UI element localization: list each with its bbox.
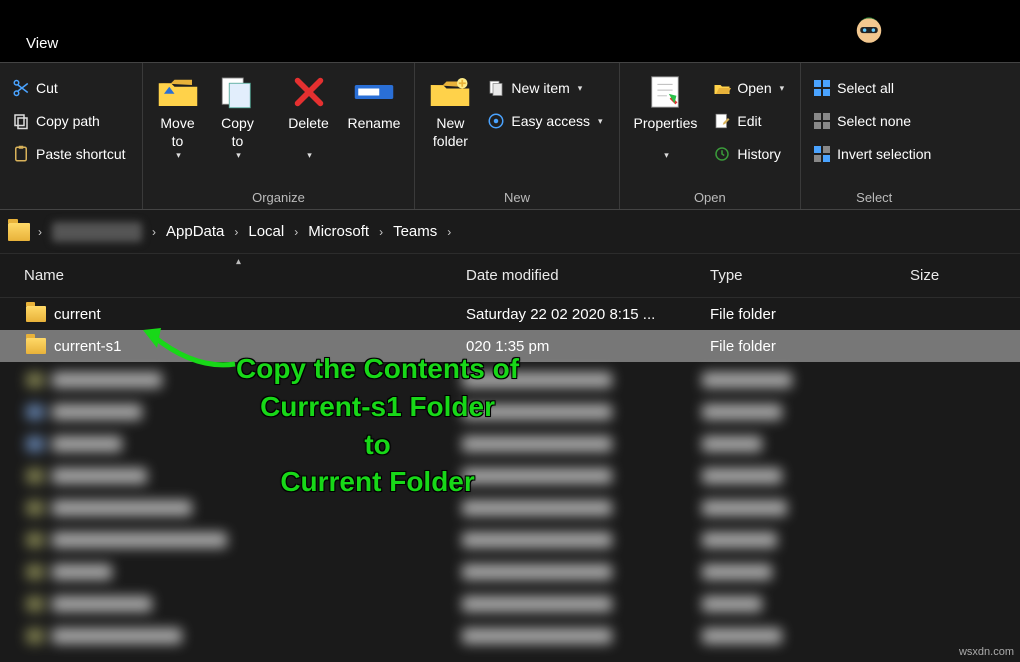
easy-access-icon xyxy=(487,112,505,130)
rename-label: Rename xyxy=(348,115,401,133)
new-item-icon xyxy=(487,79,505,97)
paste-shortcut-button[interactable]: Paste shortcut xyxy=(8,139,130,169)
file-type: File folder xyxy=(700,338,900,355)
chevron-down-icon: ▾ xyxy=(578,83,583,94)
delete-button[interactable]: Delete ▾ xyxy=(280,67,338,161)
easy-access-label: Easy access xyxy=(511,113,590,129)
breadcrumb-local[interactable]: Local xyxy=(244,223,288,240)
history-icon xyxy=(713,145,731,163)
breadcrumb[interactable]: › › AppData › Local › Microsoft › Teams … xyxy=(0,210,1020,254)
folder-icon xyxy=(26,306,46,322)
delete-label: Delete xyxy=(288,115,328,133)
chevron-right-icon[interactable]: › xyxy=(228,225,244,239)
select-none-icon xyxy=(813,112,831,130)
open-group-label: Open xyxy=(626,184,795,209)
copy-to-label: Copy to xyxy=(221,115,254,150)
easy-access-button[interactable]: Easy access ▾ xyxy=(483,106,606,136)
folder-icon xyxy=(26,338,46,354)
scissors-icon xyxy=(12,79,30,97)
chevron-right-icon[interactable]: › xyxy=(288,225,304,239)
file-date: Saturday 22 02 2020 8:15 ... xyxy=(456,306,700,323)
table-row[interactable]: current-s1 020 1:35 pm File folder xyxy=(0,330,1020,362)
watermark: wsxdn.com xyxy=(959,646,1014,658)
select-none-label: Select none xyxy=(837,113,911,129)
history-button[interactable]: History xyxy=(709,139,788,169)
cut-label: Cut xyxy=(36,80,58,96)
file-date: 020 1:35 pm xyxy=(456,338,700,355)
select-all-label: Select all xyxy=(837,80,894,96)
chevron-down-icon: ▾ xyxy=(598,116,603,127)
chevron-down-icon: ▾ xyxy=(236,150,241,161)
column-size[interactable]: Size xyxy=(900,267,1020,284)
blurred-rows xyxy=(0,362,1020,652)
properties-icon xyxy=(644,71,686,113)
new-folder-button[interactable]: New folder xyxy=(421,67,479,150)
cut-button[interactable]: Cut xyxy=(8,73,130,103)
open-label: Open xyxy=(737,80,771,96)
chevron-right-icon[interactable]: › xyxy=(441,225,457,239)
breadcrumb-teams[interactable]: Teams xyxy=(389,223,441,240)
properties-button[interactable]: Properties ▾ xyxy=(626,67,706,161)
breadcrumb-appdata[interactable]: AppData xyxy=(162,223,228,240)
chevron-right-icon[interactable]: › xyxy=(146,225,162,239)
copy-to-icon xyxy=(217,71,259,113)
breadcrumb-microsoft[interactable]: Microsoft xyxy=(304,223,373,240)
organize-group-label: Organize xyxy=(149,184,409,209)
copy-path-button[interactable]: Copy path xyxy=(8,106,130,136)
sort-indicator-icon: ▾ xyxy=(236,256,241,267)
column-date[interactable]: Date modified xyxy=(456,267,700,284)
select-none-button[interactable]: Select none xyxy=(809,106,935,136)
file-name: current xyxy=(54,306,101,323)
chevron-right-icon[interactable]: › xyxy=(373,225,389,239)
file-type: File folder xyxy=(700,306,900,323)
file-name: current-s1 xyxy=(54,338,122,355)
new-item-label: New item xyxy=(511,80,569,96)
rename-button[interactable]: Rename xyxy=(340,67,409,133)
new-folder-icon xyxy=(429,71,471,113)
edit-button[interactable]: Edit xyxy=(709,106,788,136)
move-to-icon xyxy=(157,71,199,113)
table-row[interactable]: current Saturday 22 02 2020 8:15 ... Fil… xyxy=(0,298,1020,330)
copy-path-icon xyxy=(12,112,30,130)
select-group-label: Select xyxy=(807,184,941,209)
delete-icon xyxy=(288,71,330,113)
invert-selection-label: Invert selection xyxy=(837,146,931,162)
column-headers: ▾ Name Date modified Type Size xyxy=(0,254,1020,298)
file-list: current Saturday 22 02 2020 8:15 ... Fil… xyxy=(0,298,1020,652)
column-name[interactable]: Name xyxy=(0,267,456,284)
new-item-button[interactable]: New item ▾ xyxy=(483,73,606,103)
column-type[interactable]: Type xyxy=(700,267,900,284)
paste-shortcut-icon xyxy=(12,145,30,163)
breadcrumb-hidden[interactable] xyxy=(52,222,142,242)
chevron-right-icon[interactable]: › xyxy=(32,225,48,239)
move-to-label: Move to xyxy=(160,115,194,150)
chevron-down-icon: ▾ xyxy=(176,150,181,161)
edit-icon xyxy=(713,112,731,130)
edit-label: Edit xyxy=(737,113,761,129)
new-group-label: New xyxy=(421,184,612,209)
chevron-down-icon: ▾ xyxy=(664,150,669,161)
paste-shortcut-label: Paste shortcut xyxy=(36,146,126,162)
new-folder-label: New folder xyxy=(433,115,468,150)
chevron-down-icon: ▾ xyxy=(780,83,785,94)
chevron-down-icon: ▾ xyxy=(307,150,312,161)
copy-to-button[interactable]: Copy to▾ xyxy=(209,67,267,161)
rename-icon xyxy=(353,71,395,113)
open-icon xyxy=(713,79,731,97)
open-button[interactable]: Open ▾ xyxy=(709,73,788,103)
copy-path-label: Copy path xyxy=(36,113,100,129)
invert-selection-icon xyxy=(813,145,831,163)
move-to-button[interactable]: Move to▾ xyxy=(149,67,207,161)
folder-icon xyxy=(8,223,30,241)
select-all-button[interactable]: Select all xyxy=(809,73,935,103)
select-all-icon xyxy=(813,79,831,97)
invert-selection-button[interactable]: Invert selection xyxy=(809,139,935,169)
ribbon: Cut Copy path Paste shortcut xyxy=(0,62,1020,210)
properties-label: Properties xyxy=(634,115,698,133)
tab-view[interactable]: View xyxy=(26,35,58,52)
mascot-icon xyxy=(848,6,890,48)
history-label: History xyxy=(737,146,781,162)
